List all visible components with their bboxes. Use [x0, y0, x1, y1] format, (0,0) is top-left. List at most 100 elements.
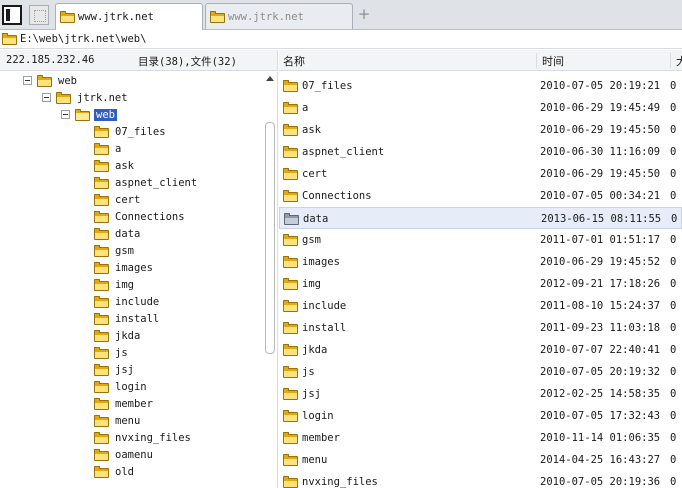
file-row[interactable]: a 2010-06-29 19:45:49 0: [279, 97, 682, 119]
file-size: 0: [670, 410, 677, 422]
file-time: 2010-06-29 19:45:49: [540, 102, 661, 114]
file-size: 0: [670, 322, 677, 334]
folder-icon: [283, 168, 298, 180]
add-tab-icon[interactable]: +: [356, 6, 372, 22]
folder-icon: [283, 102, 298, 114]
tree-node[interactable]: images: [94, 259, 155, 276]
collapse-icon[interactable]: [42, 93, 51, 102]
column-time-header[interactable]: 时间: [538, 53, 671, 68]
tree-node-label: web: [94, 108, 117, 121]
file-row[interactable]: member 2010-11-14 01:06:35 0: [279, 427, 682, 449]
file-size: 0: [670, 234, 677, 246]
file-row[interactable]: install 2011-09-23 11:03:18 0: [279, 317, 682, 339]
window-icon-button[interactable]: [29, 5, 49, 25]
file-row[interactable]: cert 2010-06-29 19:45:50 0: [279, 163, 682, 185]
tree-node[interactable]: install: [94, 310, 161, 327]
tree-node-label: gsm: [115, 244, 134, 257]
file-row[interactable]: jsj 2012-02-25 14:58:35 0: [279, 383, 682, 405]
folder-icon: [94, 261, 109, 274]
file-row[interactable]: js 2010-07-05 20:19:32 0: [279, 361, 682, 383]
folder-icon: [283, 146, 298, 158]
file-name: login: [302, 410, 334, 422]
address-path[interactable]: E:\web\jtrk.net\web\: [20, 33, 146, 45]
tree-node[interactable]: member: [94, 395, 155, 412]
tree-node[interactable]: 07_files: [94, 123, 168, 140]
file-row[interactable]: aspnet_client 2010-06-30 11:16:09 0: [279, 141, 682, 163]
tree-node[interactable]: login: [94, 378, 149, 395]
folder-icon: [94, 176, 109, 189]
tab-label: www.jtrk.net: [78, 11, 154, 23]
tree-node-label: ask: [115, 159, 134, 172]
tab-inactive[interactable]: www.jtrk.net: [205, 3, 353, 29]
tree-node[interactable]: gsm: [94, 242, 136, 259]
tree-node[interactable]: jsj: [94, 361, 136, 378]
file-size: 0: [670, 146, 677, 158]
tree-node-label: a: [115, 142, 122, 155]
file-row[interactable]: menu 2014-04-25 16:43:27 0: [279, 449, 682, 471]
file-row[interactable]: gsm 2011-07-01 01:51:17 0: [279, 229, 682, 251]
file-row[interactable]: ask 2010-06-29 19:45:50 0: [279, 119, 682, 141]
tree-node[interactable]: menu: [94, 412, 142, 429]
column-name-header[interactable]: 名称: [279, 53, 537, 68]
file-row[interactable]: include 2011-08-10 15:24:37 0: [279, 295, 682, 317]
file-size: 0: [670, 476, 677, 488]
scroll-up-icon[interactable]: [266, 76, 274, 81]
file-time: 2010-07-05 20:19:36: [540, 476, 661, 488]
file-row[interactable]: img 2012-09-21 17:18:26 0: [279, 273, 682, 295]
collapse-icon[interactable]: [23, 76, 32, 85]
tab-active[interactable]: www.jtrk.net: [55, 3, 203, 30]
tree-node[interactable]: aspnet_client: [94, 174, 199, 191]
file-size: 0: [670, 344, 677, 356]
tree-node-root[interactable]: web: [37, 72, 79, 89]
item-counts: 目录(38),文件(32): [138, 56, 237, 68]
tree-node[interactable]: a: [94, 140, 123, 157]
folder-icon: [94, 159, 109, 172]
file-time: 2010-06-30 11:16:09: [540, 146, 661, 158]
tree-node[interactable]: old: [94, 463, 136, 480]
file-name: cert: [302, 168, 328, 180]
file-size: 0: [670, 80, 677, 92]
collapse-icon[interactable]: [61, 110, 70, 119]
file-row[interactable]: images 2010-06-29 19:45:52 0: [279, 251, 682, 273]
tree-node[interactable]: img: [94, 276, 136, 293]
tree-node-label: Connections: [115, 210, 185, 223]
folder-icon: [283, 190, 298, 202]
column-size-header[interactable]: 大: [672, 53, 682, 68]
tree-node-current[interactable]: web: [75, 106, 117, 123]
file-time: 2010-06-29 19:45:50: [540, 168, 661, 180]
file-size: 0: [670, 454, 677, 466]
address-bar[interactable]: E:\web\jtrk.net\web\: [0, 30, 682, 49]
file-row[interactable]: nvxing_files 2010-07-05 20:19:36 0: [279, 471, 682, 488]
tree-node[interactable]: include: [94, 293, 161, 310]
file-time: 2013-06-15 08:11:55: [541, 213, 662, 225]
tree-node[interactable]: ask: [94, 157, 136, 174]
file-name: jsj: [302, 388, 321, 400]
file-row[interactable]: login 2010-07-05 17:32:43 0: [279, 405, 682, 427]
tree-node[interactable]: Connections: [94, 208, 187, 225]
file-time: 2010-06-29 19:45:50: [540, 124, 661, 136]
tree-node[interactable]: jkda: [94, 327, 142, 344]
tree-node[interactable]: nvxing_files: [94, 429, 193, 446]
tree-node-label: nvxing_files: [115, 431, 191, 444]
file-row[interactable]: 07_files 2010-07-05 20:19:21 0: [279, 75, 682, 97]
file-name: 07_files: [302, 80, 353, 92]
file-size: 0: [670, 124, 677, 136]
server-ip: 222.185.232.46: [6, 54, 95, 66]
file-row[interactable]: jkda 2010-07-07 22:40:41 0: [279, 339, 682, 361]
folder-icon: [94, 193, 109, 206]
file-time: 2010-07-05 20:19:32: [540, 366, 661, 378]
tab-label: www.jtrk.net: [228, 10, 304, 23]
file-row[interactable]: Connections 2010-07-05 00:34:21 0: [279, 185, 682, 207]
tree-node-site[interactable]: jtrk.net: [56, 89, 130, 106]
tree-scrollbar[interactable]: [263, 74, 277, 488]
tree-node[interactable]: data: [94, 225, 142, 242]
file-row[interactable]: data 2013-06-15 08:11:55 0: [279, 207, 682, 229]
file-name: ask: [302, 124, 321, 136]
tree-node[interactable]: oamenu: [94, 446, 155, 463]
folder-icon: [94, 380, 109, 393]
tree-node[interactable]: cert: [94, 191, 142, 208]
tree-node[interactable]: js: [94, 344, 130, 361]
scrollbar-thumb[interactable]: [265, 122, 275, 354]
file-list: 07_files 2010-07-05 20:19:21 0 a 2010-06-29 …: [279, 72, 682, 488]
panel-toggle-button[interactable]: [2, 5, 22, 25]
